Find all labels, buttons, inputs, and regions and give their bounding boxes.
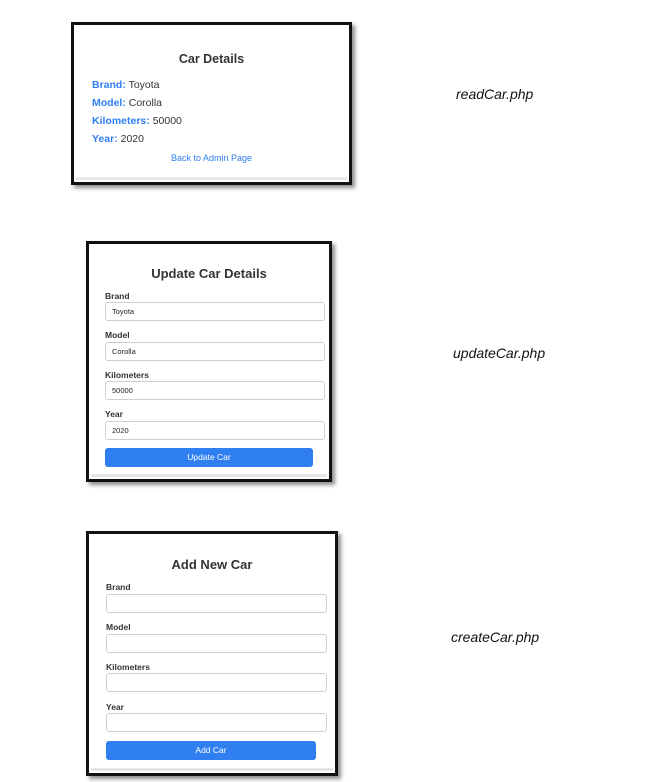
- model-row: Model: Corolla: [92, 97, 162, 109]
- model-key: Model:: [92, 97, 126, 109]
- create-model-label: Model: [106, 622, 131, 632]
- update-car-title: Update Car Details: [151, 266, 267, 281]
- create-kilometers-input[interactable]: [106, 673, 327, 692]
- read-car-card: Car Details Brand: Toyota Model: Corolla…: [74, 25, 349, 182]
- brand-key: Brand:: [92, 79, 126, 91]
- add-car-button[interactable]: Add Car: [106, 741, 316, 760]
- update-year-label: Year: [105, 409, 123, 419]
- create-year-input[interactable]: [106, 713, 327, 732]
- read-car-caption: readCar.php: [456, 86, 534, 102]
- update-kilometers-input[interactable]: 50000: [105, 381, 325, 400]
- year-value: 2020: [120, 133, 144, 145]
- read-car-panel: Car Details Brand: Toyota Model: Corolla…: [71, 22, 352, 185]
- update-brand-label: Brand: [105, 291, 130, 301]
- add-car-title: Add New Car: [171, 557, 253, 572]
- update-year-input[interactable]: 2020: [105, 421, 325, 440]
- update-car-button[interactable]: Update Car: [105, 448, 313, 467]
- create-brand-input[interactable]: [106, 594, 327, 613]
- update-car-caption: updateCar.php: [453, 345, 546, 361]
- update-car-panel: Update Car Details Brand Toyota Model Co…: [86, 241, 332, 482]
- create-model-input[interactable]: [106, 634, 327, 653]
- create-year-label: Year: [106, 702, 124, 712]
- create-kilometers-label: Kilometers: [106, 662, 150, 672]
- update-kilometers-label: Kilometers: [105, 370, 149, 380]
- update-model-label: Model: [105, 330, 130, 340]
- create-car-caption: createCar.php: [451, 629, 540, 645]
- create-brand-label: Brand: [106, 582, 131, 592]
- model-value: Corolla: [128, 97, 163, 109]
- update-car-card: Update Car Details Brand Toyota Model Co…: [89, 244, 329, 479]
- create-car-panel: Add New Car Brand Model Kilometers Year …: [86, 531, 338, 776]
- back-to-admin-link[interactable]: Back to Admin Page: [74, 153, 349, 163]
- update-model-input[interactable]: Corolla: [105, 342, 325, 361]
- create-car-card: Add New Car Brand Model Kilometers Year …: [89, 534, 335, 773]
- kilometers-key: Kilometers:: [92, 115, 150, 127]
- year-row: Year: 2020: [92, 133, 144, 145]
- kilometers-value: 50000: [152, 115, 182, 127]
- year-key: Year:: [92, 133, 118, 145]
- read-car-title: Car Details: [178, 52, 245, 66]
- kilometers-row: Kilometers: 50000: [92, 115, 182, 127]
- update-brand-input[interactable]: Toyota: [105, 302, 325, 321]
- brand-row: Brand: Toyota: [92, 79, 160, 91]
- brand-value: Toyota: [128, 79, 160, 91]
